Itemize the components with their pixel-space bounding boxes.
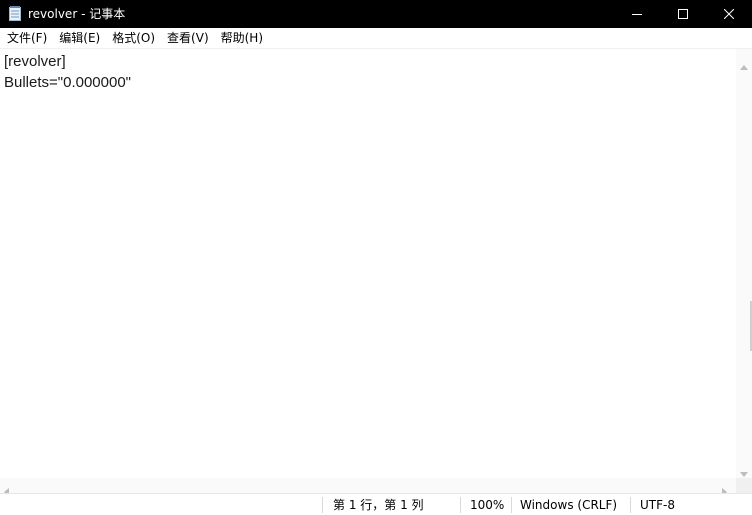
text-editor[interactable]: [revolver] Bullets="0.000000" [0,49,736,478]
window-title: revolver - 记事本 [28,7,126,21]
editor-line: Bullets="0.000000" [4,74,131,91]
line-ending: Windows (CRLF) [520,498,618,512]
horizontal-scrollbar[interactable] [0,478,736,496]
menu-view[interactable]: 查看(V) [161,29,215,47]
close-button[interactable] [706,0,752,28]
cursor-position: 第 1 行，第 1 列 [333,498,424,512]
close-icon [724,9,734,19]
status-divider [322,497,323,513]
zoom-level: 100% [470,498,505,512]
maximize-icon [678,9,688,19]
editor-content[interactable]: [revolver] Bullets="0.000000" [4,51,131,93]
notepad-window: revolver - 记事本 文件(F) 编辑(E) 格式(O) 查看(V) 帮… [0,0,752,515]
minimize-button[interactable] [614,0,660,28]
maximize-button[interactable] [660,0,706,28]
editor-line: [revolver] [4,53,66,70]
scrollbar-corner [736,478,752,493]
vertical-scrollbar[interactable] [736,49,752,478]
status-divider [511,497,512,513]
minimize-icon [632,9,642,19]
encoding: UTF-8 [640,498,675,512]
status-divider [460,497,461,513]
status-bar: 第 1 行，第 1 列 100% Windows (CRLF) UTF-8 [0,493,752,515]
menu-file[interactable]: 文件(F) [0,29,53,47]
scroll-up-icon[interactable] [740,55,748,74]
notepad-icon [9,6,21,21]
title-bar[interactable]: revolver - 记事本 [0,0,752,28]
menu-help[interactable]: 帮助(H) [215,29,269,47]
menu-bar: 文件(F) 编辑(E) 格式(O) 查看(V) 帮助(H) [0,28,752,49]
status-divider [630,497,631,513]
menu-edit[interactable]: 编辑(E) [53,29,106,47]
menu-format[interactable]: 格式(O) [106,29,161,47]
